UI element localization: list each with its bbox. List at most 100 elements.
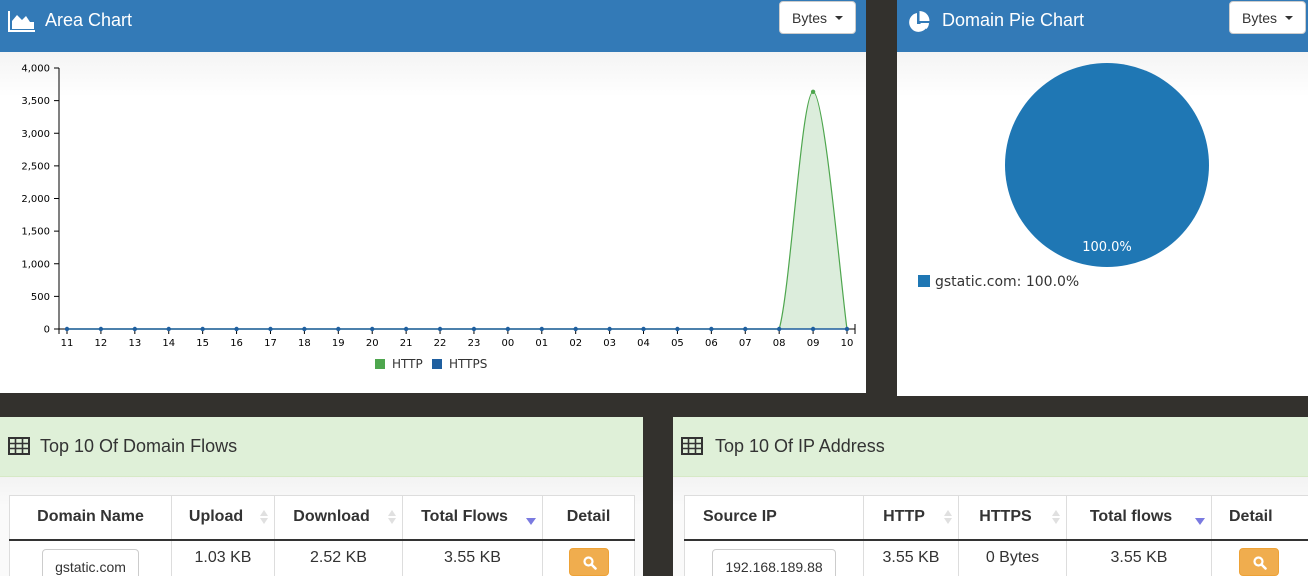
ip-address-header: Top 10 Of IP Address bbox=[673, 417, 1308, 477]
data-point-https bbox=[302, 326, 307, 332]
data-point-https bbox=[234, 326, 239, 332]
data-point-https bbox=[437, 326, 443, 332]
domain-name-box[interactable]: gstatic.com bbox=[42, 548, 139, 576]
data-point-https bbox=[573, 326, 578, 332]
https-cell: 0 Bytes bbox=[958, 539, 1067, 576]
data-point-https bbox=[370, 326, 375, 332]
column-header-total-flows[interactable]: Total flows bbox=[1066, 495, 1212, 541]
legend-swatch-http bbox=[375, 359, 385, 369]
y-tick-label: 4,000 bbox=[21, 64, 50, 75]
legend-label: gstatic.com: 100.0% bbox=[935, 274, 1079, 290]
table-icon bbox=[8, 437, 30, 460]
table-row: 192.168.189.88 3.55 KB 0 Bytes 3.55 KB bbox=[684, 539, 1308, 576]
table-header-row: Domain Name Upload Download Total Flows … bbox=[9, 495, 635, 541]
data-point-https bbox=[641, 326, 646, 332]
detail-cell bbox=[542, 539, 635, 576]
x-tick-label: 05 bbox=[671, 338, 684, 349]
detail-button[interactable] bbox=[568, 547, 609, 576]
area-chart-icon bbox=[8, 9, 36, 38]
data-point-https bbox=[166, 326, 171, 332]
x-tick-label: 16 bbox=[230, 338, 243, 349]
column-label: Total flows bbox=[1089, 508, 1173, 526]
column-header-download[interactable]: Download bbox=[274, 495, 403, 541]
column-header-domain-name[interactable]: Domain Name bbox=[9, 495, 172, 541]
x-tick-label: 08 bbox=[773, 338, 786, 349]
data-point-https bbox=[403, 326, 409, 332]
area-chart-title: Area Chart bbox=[45, 10, 133, 30]
pie-slice-label: 100.0% bbox=[1082, 240, 1132, 255]
x-tick-label: 23 bbox=[468, 338, 481, 349]
pie-chart-svg: 100.0% gstatic.com: 100.0% bbox=[918, 63, 1209, 290]
column-header-upload[interactable]: Upload bbox=[171, 495, 275, 541]
x-tick-label: 13 bbox=[128, 338, 141, 349]
data-point-https bbox=[539, 326, 544, 332]
y-tick-label: 2,500 bbox=[21, 161, 50, 172]
x-tick-label: 09 bbox=[807, 338, 820, 349]
x-tick-label: 02 bbox=[569, 338, 582, 349]
area-chart-svg: 05001,0001,5002,0002,5003,0003,5004,000 … bbox=[21, 64, 856, 371]
data-point-https bbox=[844, 326, 850, 332]
x-tick-label: 03 bbox=[603, 338, 616, 349]
data-point-https bbox=[505, 326, 511, 332]
caret-down-icon bbox=[835, 15, 844, 20]
data-point-https bbox=[709, 326, 714, 332]
pie-chart-unit-dropdown[interactable]: Bytes bbox=[1229, 1, 1307, 34]
column-header-source-ip[interactable]: Source IP bbox=[684, 495, 864, 541]
x-tick-label: 04 bbox=[637, 338, 650, 349]
data-point-https bbox=[675, 326, 680, 332]
area-chart-unit-dropdown[interactable]: Bytes bbox=[779, 1, 857, 34]
x-tick-label: 10 bbox=[841, 338, 854, 349]
x-tick-label: 21 bbox=[400, 338, 413, 349]
x-tick-label: 07 bbox=[739, 338, 752, 349]
legend-label-http: HTTP bbox=[392, 357, 423, 371]
sort-both-icon bbox=[944, 510, 952, 526]
x-tick-label: 01 bbox=[535, 338, 548, 349]
data-point-http bbox=[810, 89, 816, 95]
http-cell: 3.55 KB bbox=[863, 539, 959, 576]
x-tick-label: 12 bbox=[95, 338, 108, 349]
upload-cell: 1.03 KB bbox=[171, 539, 275, 576]
data-point-https bbox=[98, 326, 104, 332]
domain-flows-header: Top 10 Of Domain Flows bbox=[0, 417, 643, 477]
column-header-http[interactable]: HTTP bbox=[863, 495, 959, 541]
column-header-detail: Detail bbox=[1211, 495, 1308, 541]
sort-desc-icon bbox=[1195, 518, 1205, 525]
area-chart-header: Area Chart Bytes bbox=[0, 0, 866, 52]
column-header-detail: Detail bbox=[542, 495, 635, 541]
domain-cell: gstatic.com bbox=[9, 539, 172, 576]
data-point-https bbox=[471, 326, 477, 332]
column-label: Total Flows bbox=[421, 508, 508, 526]
column-label: Download bbox=[293, 508, 370, 526]
column-label: Detail bbox=[566, 508, 611, 526]
table-row: gstatic.com 1.03 KB 2.52 KB 3.55 KB bbox=[9, 539, 635, 576]
column-header-total-flows[interactable]: Total Flows bbox=[402, 495, 543, 541]
x-tick-label: 11 bbox=[61, 338, 74, 349]
x-tick-label: 22 bbox=[434, 338, 447, 349]
x-tick-label: 20 bbox=[366, 338, 379, 349]
area-chart-body: 0 500 1,000 1,500 2,000 2,500 3,000 3,500 4,000 … bbox=[0, 52, 866, 393]
data-point-https bbox=[64, 326, 70, 332]
x-tick-label: 17 bbox=[264, 338, 277, 349]
column-header-https[interactable]: HTTPS bbox=[958, 495, 1067, 541]
column-label: Domain Name bbox=[37, 508, 144, 526]
data-point-https bbox=[810, 326, 816, 332]
data-point-https bbox=[268, 326, 273, 332]
detail-button[interactable] bbox=[1239, 547, 1279, 576]
source-ip-box[interactable]: 192.168.189.88 bbox=[712, 548, 836, 576]
pie-chart-icon bbox=[907, 10, 931, 39]
data-point-https bbox=[336, 326, 341, 332]
sort-both-icon bbox=[260, 510, 268, 526]
ip-address-panel: Top 10 Of IP Address Source IP HTTP HTTP… bbox=[673, 417, 1308, 576]
pie-slice bbox=[1005, 63, 1209, 267]
pie-chart-title: Domain Pie Chart bbox=[942, 10, 1085, 30]
column-label: HTTPS bbox=[979, 508, 1032, 526]
x-tick-label: 18 bbox=[298, 338, 311, 349]
pie-chart-header: Domain Pie Chart Bytes bbox=[897, 0, 1308, 52]
x-tick-label: 00 bbox=[502, 338, 515, 349]
data-point-https bbox=[200, 326, 205, 332]
column-label: Detail bbox=[1229, 508, 1273, 526]
y-tick-label: 0 bbox=[44, 325, 50, 336]
legend-swatch-https bbox=[432, 359, 442, 369]
source-ip-cell: 192.168.189.88 bbox=[684, 539, 864, 576]
download-cell: 2.52 KB bbox=[274, 539, 403, 576]
